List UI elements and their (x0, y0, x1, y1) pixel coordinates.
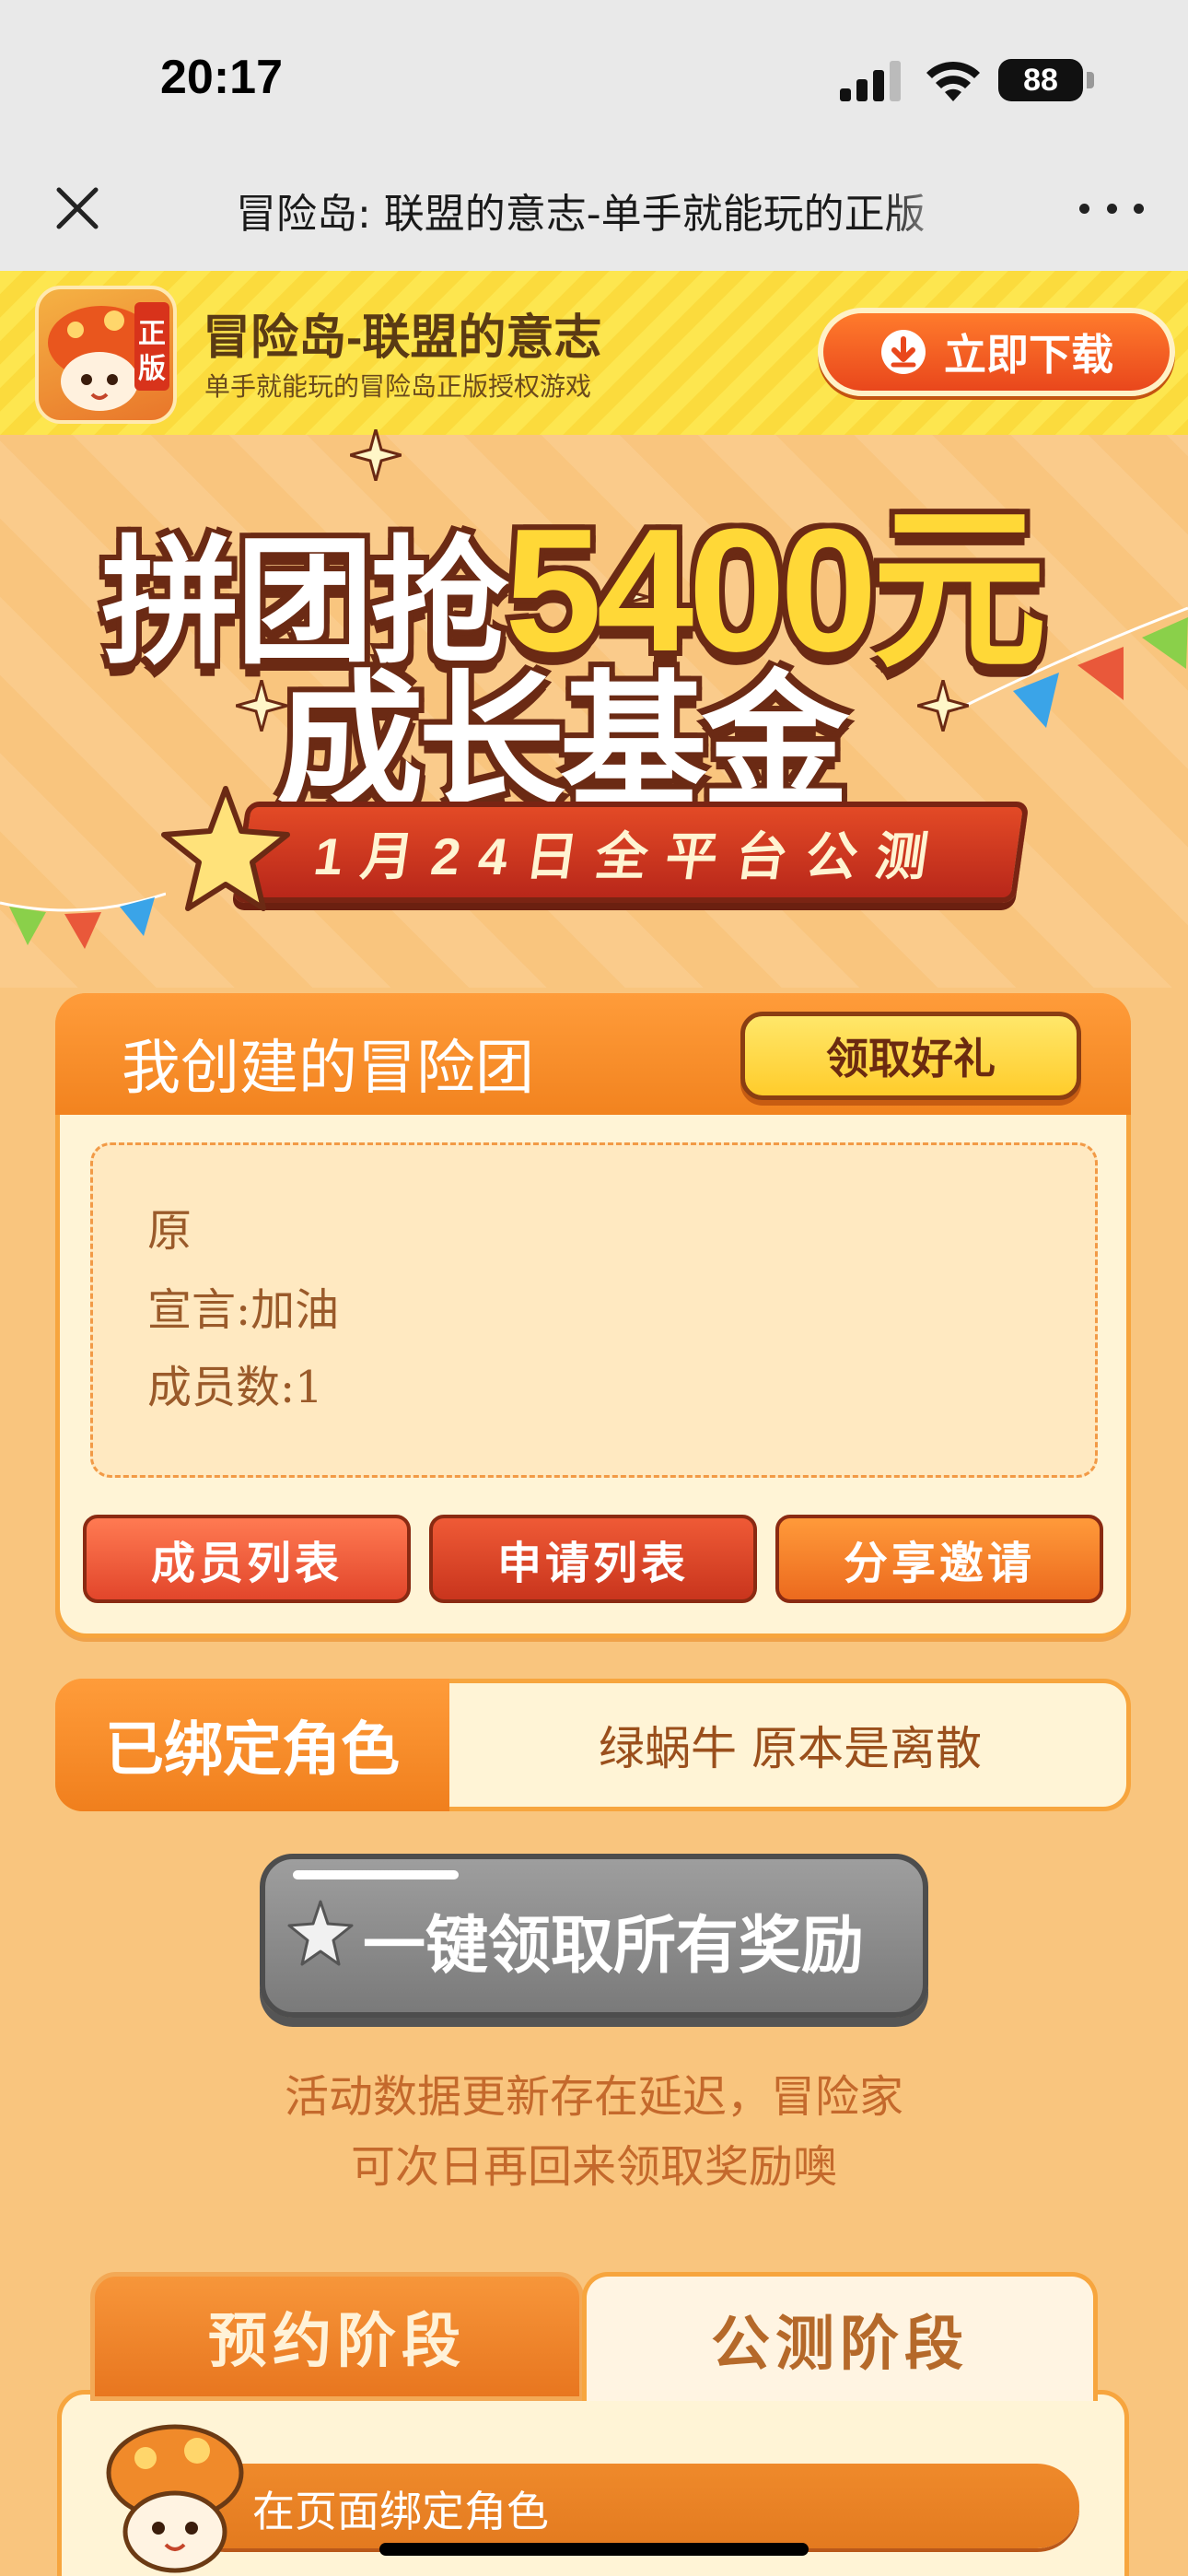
battery-indicator: 88 (998, 59, 1083, 101)
app-icon[interactable]: 正 版 (35, 286, 177, 424)
wifi-icon (926, 61, 980, 101)
mushroom-mascot-icon (106, 2424, 244, 2573)
claim-all-rewards-label: 一键领取所有奖励 (363, 1911, 865, 1981)
download-icon (881, 330, 926, 374)
cellular-signal-icon (840, 61, 901, 101)
svg-text:正: 正 (138, 319, 166, 349)
download-button[interactable]: 立即下载 (818, 308, 1175, 396)
app-subtitle: 单手就能玩的冒险岛正版授权游戏 (204, 371, 592, 402)
status-time: 20:17 (160, 51, 283, 104)
bound-role-value: 绿蜗牛 原本是离散 (599, 1722, 982, 1775)
application-list-button[interactable]: 申请列表 (429, 1515, 757, 1603)
home-indicator[interactable] (379, 2543, 809, 2556)
team-card-title: 我创建的冒险团 (122, 1035, 534, 1103)
team-name: 原 (147, 1205, 192, 1257)
maple-leaf-icon (161, 786, 290, 911)
team-member-count: 成员数:1 (147, 1362, 323, 1413)
more-menu-icon[interactable] (1079, 201, 1144, 216)
hero-headline: 拼团抢5400元 (101, 448, 1047, 688)
tab-reservation-stage[interactable]: 预约阶段 (90, 2272, 584, 2401)
button-shine (293, 1870, 459, 1879)
svg-text:版: 版 (138, 354, 166, 384)
step-bind-role-text: 在页面绑定角色 (252, 2487, 549, 2536)
member-list-button[interactable]: 成员列表 (83, 1515, 411, 1603)
share-invite-button[interactable]: 分享邀请 (775, 1515, 1103, 1603)
mushroom-mascot-icon: 正 版 (48, 302, 169, 411)
maple-leaf-icon (287, 1900, 354, 1966)
delay-notice-line1: 活动数据更新存在延迟，冒险家 (284, 2071, 903, 2123)
page-title: 冒险岛: 联盟的意志-单手就能玩的正版 (236, 191, 926, 238)
team-motto: 宣言:加油 (147, 1284, 340, 1336)
delay-notice-line2: 可次日再回来领取奖励噢 (350, 2141, 837, 2193)
battery-cap (1087, 72, 1094, 88)
close-icon[interactable] (53, 184, 101, 232)
claim-gift-button[interactable]: 领取好礼 (740, 1012, 1081, 1100)
bound-role-label: 已绑定角色 (55, 1679, 449, 1811)
app-name: 冒险岛-联盟的意志 (203, 311, 602, 365)
pennant-flags-left-icon (0, 892, 166, 949)
launch-date-ribbon: 1月24日全平台公测 (232, 802, 1030, 903)
download-button-label: 立即下载 (944, 331, 1113, 379)
tab-public-test-stage[interactable]: 公测阶段 (582, 2272, 1098, 2401)
